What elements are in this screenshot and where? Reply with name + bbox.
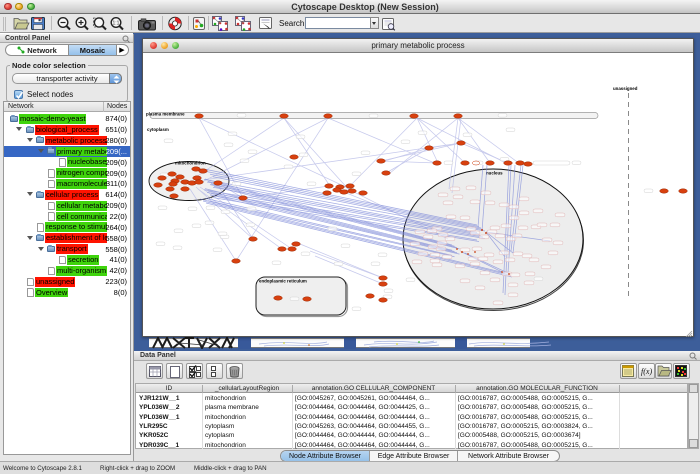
svg-text:nucleus: nucleus <box>486 171 503 176</box>
svg-text:mitochondrion: mitochondrion <box>175 161 206 166</box>
svg-text:endoplasmic reticulum: endoplasmic reticulum <box>259 279 307 284</box>
svg-text:unassigned: unassigned <box>613 86 638 91</box>
svg-text:cytoplasm: cytoplasm <box>147 127 169 132</box>
svg-text:plasma membrane: plasma membrane <box>146 112 185 117</box>
svg-text:f(x): f(x) <box>641 367 652 376</box>
svg-text:1:1: 1:1 <box>113 21 120 27</box>
